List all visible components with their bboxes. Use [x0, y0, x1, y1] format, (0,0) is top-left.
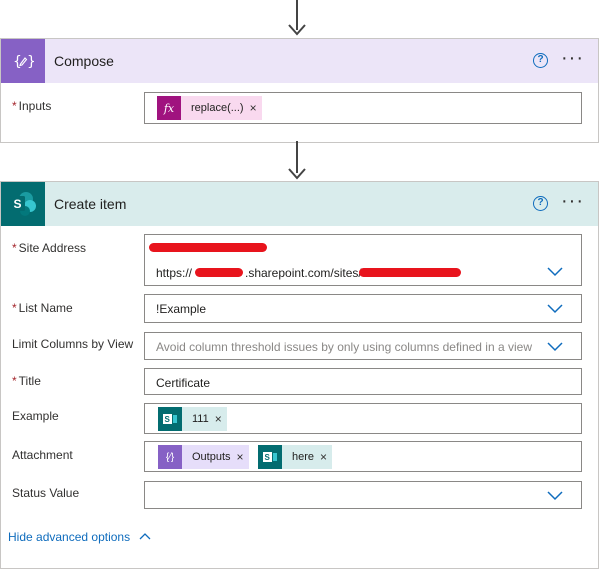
fx-icon: fx	[157, 96, 181, 120]
redaction-mark	[149, 243, 267, 252]
attachment-field[interactable]: {⁄} Outputs × S here ×	[144, 441, 582, 472]
site-address-field[interactable]: https:// .sharepoint.com/sites/	[144, 234, 582, 286]
chevron-down-icon[interactable]	[547, 304, 563, 314]
inputs-label: * Inputs	[12, 99, 52, 113]
flow-arrow-middle	[286, 141, 308, 181]
dynamic-content-token[interactable]: S 111 ×	[158, 407, 227, 431]
compose-icon: { }	[1, 39, 45, 83]
token-label: 111	[192, 413, 209, 425]
compose-title: Compose	[54, 53, 114, 69]
help-icon[interactable]: ?	[533, 53, 548, 68]
hide-advanced-options-link[interactable]: Hide advanced options	[8, 530, 151, 544]
token-label: Outputs	[192, 451, 231, 463]
flow-arrow-top	[286, 0, 308, 38]
create-item-header[interactable]: S Create item ? ···	[1, 182, 598, 226]
more-options-icon[interactable]: ···	[561, 47, 584, 70]
svg-text:S: S	[14, 197, 22, 211]
limit-columns-label: Limit Columns by View	[12, 337, 134, 351]
status-value-field[interactable]	[144, 481, 582, 509]
inputs-row: * Inputs fx replace(...) ×	[1, 83, 598, 141]
redaction-mark	[195, 268, 243, 277]
title-field[interactable]: Certificate	[144, 368, 582, 395]
redaction-mark	[359, 268, 461, 277]
compose-token-icon: {⁄}	[158, 445, 182, 469]
attachment-label: Attachment	[12, 448, 73, 462]
chevron-down-icon[interactable]	[547, 342, 563, 352]
outputs-token[interactable]: {⁄} Outputs ×	[158, 445, 249, 469]
title-value: Certificate	[156, 376, 211, 390]
help-icon[interactable]: ?	[533, 196, 548, 211]
svg-text:}: }	[27, 54, 34, 70]
title-label: * Title	[12, 374, 41, 388]
sharepoint-token-icon: S	[158, 407, 182, 431]
site-url-middle: .sharepoint.com/sites/	[245, 266, 362, 280]
svg-text:{: {	[13, 54, 22, 70]
inputs-field[interactable]: fx replace(...) ×	[144, 92, 582, 124]
token-remove-icon[interactable]: ×	[215, 412, 227, 426]
token-label: replace(...)	[191, 102, 244, 114]
sharepoint-icon: S	[1, 182, 45, 226]
here-token[interactable]: S here ×	[258, 445, 333, 469]
token-remove-icon[interactable]: ×	[250, 101, 262, 115]
create-item-card: S Create item ? ··· * Site Address https:…	[0, 181, 599, 569]
token-remove-icon[interactable]: ×	[320, 450, 332, 464]
create-item-title: Create item	[54, 196, 127, 212]
example-field[interactable]: S 111 ×	[144, 403, 582, 434]
expression-token[interactable]: fx replace(...) ×	[157, 96, 262, 120]
example-label: Example	[12, 409, 59, 423]
compose-card: { } Compose ? ··· *Inputs fx replace(...…	[0, 38, 599, 143]
list-name-label: * List Name	[12, 301, 73, 315]
required-mark: *	[12, 99, 17, 113]
svg-text:S: S	[265, 453, 271, 462]
site-url-prefix: https://	[156, 266, 193, 280]
token-label: here	[292, 451, 315, 463]
sharepoint-token-icon: S	[258, 445, 282, 469]
svg-text:S: S	[165, 415, 171, 424]
status-value-label: Status Value	[12, 486, 80, 500]
list-name-field[interactable]: !Example	[144, 294, 582, 323]
token-remove-icon[interactable]: ×	[237, 450, 249, 464]
chevron-up-icon	[139, 533, 151, 540]
chevron-down-icon[interactable]	[547, 267, 563, 277]
more-options-icon[interactable]: ···	[561, 190, 584, 213]
limit-columns-placeholder: Avoid column threshold issues by only us…	[156, 340, 532, 354]
chevron-down-icon[interactable]	[547, 491, 563, 501]
compose-header[interactable]: { } Compose ? ···	[1, 39, 598, 83]
list-name-value: !Example	[156, 302, 207, 316]
limit-columns-field[interactable]: Avoid column threshold issues by only us…	[144, 332, 582, 360]
site-address-label: * Site Address	[12, 241, 87, 255]
